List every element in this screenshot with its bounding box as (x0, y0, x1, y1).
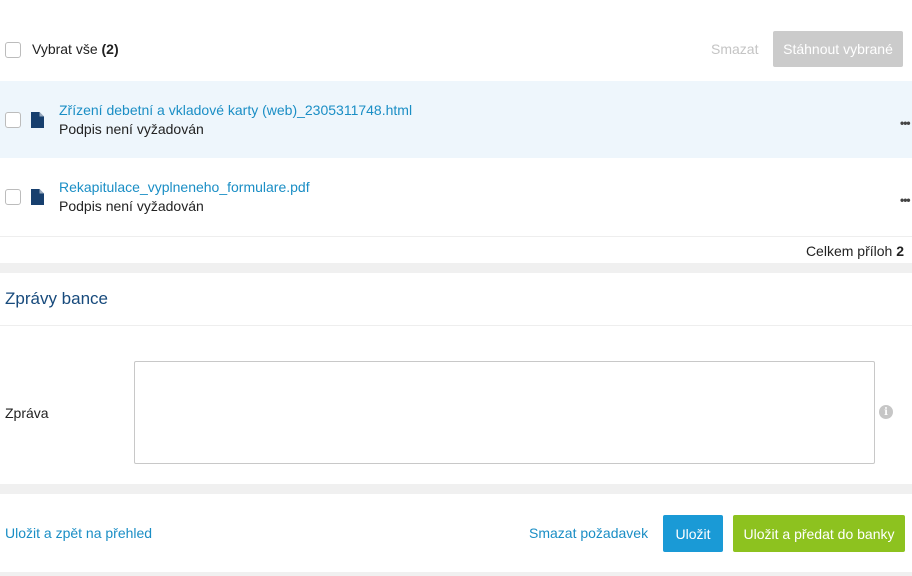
select-all-checkbox[interactable] (5, 42, 21, 58)
select-all-label[interactable]: Vybrat vše (2) (32, 41, 119, 57)
ellipsis-icon[interactable]: ••• (900, 117, 911, 129)
message-label: Zpráva (5, 405, 49, 421)
info-icon[interactable]: i (879, 405, 893, 419)
select-all-count: (2) (101, 41, 119, 57)
attachment-status: Podpis není vyžadován (59, 198, 204, 214)
attachment-checkbox[interactable] (5, 112, 21, 128)
save-button[interactable]: Uložit (663, 515, 723, 552)
attachments-total-count: 2 (896, 243, 904, 259)
delete-selected-button[interactable]: Smazat (711, 41, 758, 57)
select-all-bar: Vybrat vše (2) Smazat Stáhnout vybrané (0, 26, 912, 72)
bank-messages-panel: Zprávy bance Zpráva i (0, 273, 912, 484)
attachment-status: Podpis není vyžadován (59, 121, 204, 137)
save-and-back-link[interactable]: Uložit a zpět na přehled (5, 525, 152, 541)
document-icon (31, 189, 44, 205)
attachments-panel: Vybrat vše (2) Smazat Stáhnout vybrané Z… (0, 0, 912, 263)
attachment-checkbox[interactable] (5, 189, 21, 205)
divider (0, 325, 912, 326)
delete-request-link[interactable]: Smazat požadavek (529, 525, 648, 541)
divider (0, 236, 912, 237)
attachments-total: Celkem příloh 2 (805, 243, 904, 259)
actions-bar: Uložit a zpět na přehled Smazat požadave… (0, 494, 912, 572)
download-selected-button[interactable]: Stáhnout vybrané (773, 31, 903, 67)
attachment-row: Rekapitulace_vyplneneho_formulare.pdf Po… (0, 158, 912, 235)
save-and-submit-button[interactable]: Uložit a předat do banky (733, 515, 905, 552)
attachment-file-link[interactable]: Rekapitulace_vyplneneho_formulare.pdf (59, 179, 310, 195)
section-title: Zprávy bance (5, 289, 108, 308)
message-textarea[interactable] (134, 361, 875, 464)
document-icon (31, 112, 44, 128)
ellipsis-icon[interactable]: ••• (900, 194, 911, 206)
attachment-row: Zřízení debetní a vkladové karty (web)_2… (0, 81, 912, 158)
attachment-file-link[interactable]: Zřízení debetní a vkladové karty (web)_2… (59, 102, 412, 118)
